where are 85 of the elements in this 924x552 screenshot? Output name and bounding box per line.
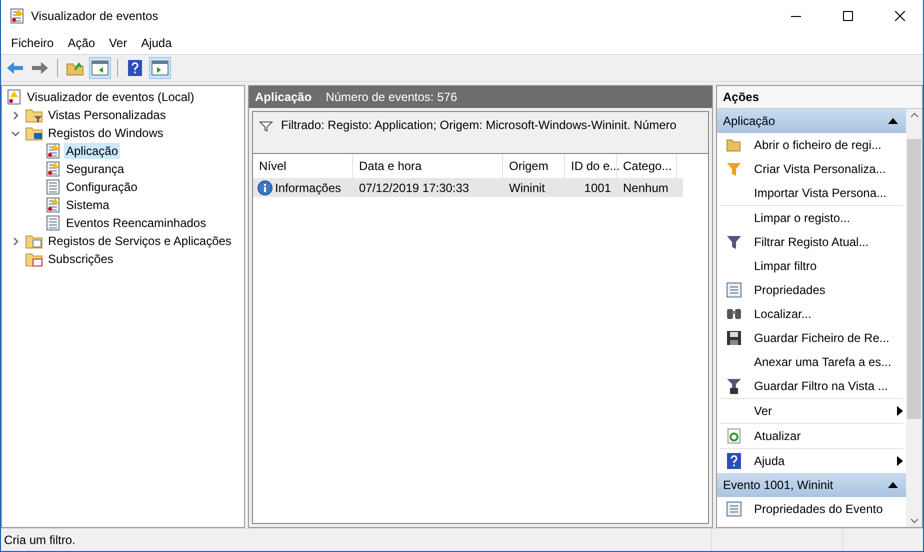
action-item[interactable]: Localizar... xyxy=(720,302,903,326)
tree-item[interactable]: Segurança xyxy=(64,161,126,177)
menu-item[interactable]: Ação xyxy=(60,36,102,50)
action-item[interactable]: Atualizar xyxy=(720,423,903,448)
action-item[interactable]: Importar Vista Persona... xyxy=(720,181,903,205)
pane-icon xyxy=(91,60,109,76)
scrollbar[interactable] xyxy=(906,109,922,527)
close-icon xyxy=(895,11,905,21)
maximize-icon xyxy=(843,11,853,21)
action-item[interactable]: Propriedades xyxy=(720,278,903,302)
section-header[interactable]: Evento 1001, Wininit xyxy=(717,473,906,497)
log-icon xyxy=(45,215,61,231)
actions-header: Ações xyxy=(717,86,922,109)
action-item[interactable]: Ver xyxy=(720,398,903,423)
action-item[interactable]: Anexar uma Tarefa a es... xyxy=(720,350,903,374)
event-count: Número de eventos: 576 xyxy=(326,90,458,104)
folder-up-icon xyxy=(66,60,84,76)
floppy-icon xyxy=(726,330,742,346)
refresh-icon xyxy=(726,428,742,444)
toolbar-button[interactable] xyxy=(89,57,111,79)
action-item[interactable]: Guardar Ficheiro de Re... xyxy=(720,326,903,350)
menu-item[interactable]: Ficheiro xyxy=(4,36,61,50)
folder-monitor-icon xyxy=(25,125,43,141)
properties-icon xyxy=(726,282,742,298)
table-cell[interactable]: Nenhum xyxy=(617,178,677,197)
filter-description: Filtrado: Registo: Application; Origem: Microsoft-Windows-Wininit. Número xyxy=(281,118,676,132)
tree-item[interactable]: Vistas Personalizadas xyxy=(46,107,168,123)
info-icon xyxy=(257,180,273,196)
tree-item[interactable]: Aplicação xyxy=(64,143,120,159)
action-item[interactable]: Guardar Filtro na Vista ... xyxy=(720,374,903,398)
table-cell[interactable]: 1001 xyxy=(565,178,617,197)
chevron-down-icon[interactable] xyxy=(10,128,20,138)
table-cell[interactable]: 07/12/2019 17:30:33 xyxy=(353,178,503,197)
help-icon xyxy=(727,453,741,469)
binoculars-icon xyxy=(726,306,742,322)
filter-icon xyxy=(726,234,742,250)
status-text: Cria um filtro. xyxy=(3,533,76,547)
chevron-right-icon[interactable] xyxy=(10,110,20,120)
back-arrow-icon xyxy=(6,61,24,75)
section-title: Evento 1001, Wininit xyxy=(723,478,834,492)
toolbar-button[interactable] xyxy=(149,57,171,79)
action-item[interactable]: Propriedades do Evento xyxy=(720,497,903,521)
submenu-arrow-icon xyxy=(897,406,903,416)
tree-item[interactable]: Eventos Reencaminhados xyxy=(64,215,208,231)
collapse-icon[interactable] xyxy=(888,482,898,488)
log-icon xyxy=(9,8,25,24)
submenu-arrow-icon xyxy=(897,456,903,466)
log-icon xyxy=(45,197,61,213)
action-item[interactable]: Abrir o ficheiro de regi... xyxy=(720,133,903,157)
folder-icon xyxy=(25,251,43,267)
section-header[interactable]: Aplicação xyxy=(717,109,906,133)
properties-icon xyxy=(726,501,742,517)
log-icon xyxy=(45,161,61,177)
tree-item[interactable]: Registos do Windows xyxy=(46,125,166,141)
action-item[interactable]: Limpar o registo... xyxy=(720,205,903,230)
help-icon xyxy=(128,60,142,76)
section-title: Aplicação xyxy=(723,114,776,128)
folder-filter-icon xyxy=(25,107,43,123)
scroll-thumb[interactable] xyxy=(907,139,921,419)
chevron-right-icon[interactable] xyxy=(10,236,20,246)
tree-item[interactable]: Visualizador de eventos (Local) xyxy=(25,89,196,105)
log-icon xyxy=(6,89,22,105)
menu-item[interactable]: Ajuda xyxy=(134,36,179,50)
log-icon xyxy=(45,143,61,159)
table-row[interactable]: Informações 07/12/2019 17:30:33 Wininit 1001 Nenhum xyxy=(253,178,683,197)
table-cell[interactable]: Wininit xyxy=(503,178,565,197)
action-item[interactable]: Limpar filtro xyxy=(720,254,903,278)
log-icon xyxy=(45,179,61,195)
table-cell[interactable]: Informações xyxy=(253,178,353,197)
action-item[interactable]: Criar Vista Personaliza... xyxy=(720,157,903,181)
tree-item[interactable]: Sistema xyxy=(64,197,112,213)
tree-item[interactable]: Subscrições xyxy=(46,251,116,267)
menu-item[interactable]: Ver xyxy=(102,36,134,50)
pane-icon xyxy=(151,60,169,76)
window-title: Visualizador de eventos xyxy=(31,9,160,23)
tree-item[interactable]: Configuração xyxy=(64,179,140,195)
filter-icon xyxy=(726,378,742,394)
filter-icon xyxy=(726,161,742,177)
log-title: Aplicação xyxy=(255,90,312,104)
action-item[interactable]: Filtrar Registo Atual... xyxy=(720,230,903,254)
folder-icon xyxy=(726,138,742,152)
tree-item[interactable]: Registos de Serviços e Aplicações xyxy=(46,233,234,249)
collapse-icon[interactable] xyxy=(888,118,898,124)
folder-icon xyxy=(25,233,43,249)
forward-arrow-icon xyxy=(31,61,49,75)
